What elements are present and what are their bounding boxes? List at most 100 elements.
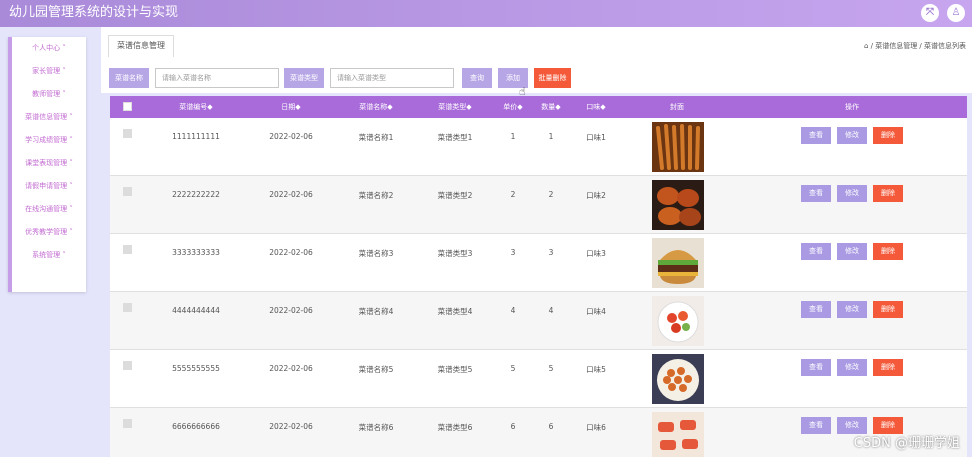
edit-button[interactable]: 修改 [837,127,867,144]
recipe-type-input[interactable] [330,68,454,88]
cell-type: 菜谱类型4 [437,307,473,316]
edit-button[interactable]: 修改 [837,359,867,376]
cell-qty: 2 [548,190,554,199]
cell-name: 菜谱名称2 [358,191,394,200]
sidebar-item-chat[interactable]: 在线沟通管理 ˅ [12,204,86,214]
delete-button[interactable]: 删除 [873,185,903,202]
query-button[interactable]: 查询 [462,68,492,88]
delete-button[interactable]: 删除 [873,127,903,144]
row-checkbox[interactable] [123,129,132,138]
view-button[interactable]: 查看 [801,185,831,202]
view-button[interactable]: 查看 [801,301,831,318]
table-row: 1111111111 2022-02-06 菜谱名称1 菜谱类型1 1 1 口味… [110,118,967,176]
table-row: 3333333333 2022-02-06 菜谱名称3 菜谱类型3 3 3 口味… [110,234,967,292]
tab-recipe-management[interactable]: 菜谱信息管理 [108,35,174,57]
cell-price: 4 [510,306,516,315]
cell-qty: 4 [548,306,554,315]
delete-button[interactable]: 删除 [873,359,903,376]
cell-date: 2022-02-06 [269,132,313,141]
sidebar-item-parents[interactable]: 家长管理 ˅ [12,66,86,76]
table-row: 4444444444 2022-02-06 菜谱名称4 菜谱类型4 4 4 口味… [110,292,967,350]
cell-price: 6 [510,422,516,431]
delete-button[interactable]: 删除 [873,243,903,260]
cell-type: 菜谱类型3 [437,249,473,258]
view-button[interactable]: 查看 [801,359,831,376]
breadcrumb: ⌂ / 菜谱信息管理 / 菜谱信息列表 [863,42,966,50]
recipe-name-input[interactable] [155,68,279,88]
cell-taste: 口味6 [586,423,606,432]
watermark: CSDN @珊珊学姐 [853,436,960,451]
edit-button[interactable]: 修改 [837,243,867,260]
delete-button[interactable]: 删除 [873,301,903,318]
row-checkbox[interactable] [123,187,132,196]
sidebar-item-system[interactable]: 系统管理 ˅ [12,250,86,260]
search-bar: 菜谱名称 菜谱类型 查询 添加 批量删除 [101,60,972,93]
select-all-checkbox[interactable] [123,102,132,111]
cell-price: 5 [510,364,516,373]
row-checkbox[interactable] [123,245,132,254]
table-row: 5555555555 2022-02-06 菜谱名称5 菜谱类型5 5 5 口味… [110,350,967,408]
cell-taste: 口味2 [586,191,606,200]
user-icon[interactable]: ♙ [947,4,965,22]
skewers-cover-image [652,122,704,172]
cell-date: 2022-02-06 [269,190,313,199]
row-checkbox[interactable] [123,303,132,312]
cell-id: 2222222222 [172,190,220,199]
cell-type: 菜谱类型5 [437,365,473,374]
recipe-type-label: 菜谱类型 [284,68,324,88]
sidebar-item-grades[interactable]: 学习成绩管理 ˅ [12,135,86,145]
sidebar-item-personal-center[interactable]: 个人中心 ˅ [12,43,86,53]
edit-button[interactable]: 修改 [837,185,867,202]
app-title: 幼儿园管理系统的设计与实现 [9,5,179,20]
cell-price: 2 [510,190,516,199]
sidebar-menu: 个人中心 ˅ 家长管理 ˅ 教师管理 ˅ 菜谱信息管理 ˅ 学习成绩管理 ˅ 课… [8,37,86,292]
cell-date: 2022-02-06 [269,422,313,431]
cell-date: 2022-02-06 [269,248,313,257]
top-bar: 幼儿园管理系统的设计与实现 ⤧ ♙ [0,0,972,27]
sidebar-item-performance[interactable]: 课堂表现管理 ˅ [12,158,86,168]
cell-taste: 口味1 [586,133,606,142]
cell-taste: 口味3 [586,249,606,258]
sidebar-item-teaching[interactable]: 优秀教学管理 ˅ [12,227,86,237]
sidebar-item-recipes[interactable]: 菜谱信息管理 ˅ [12,112,86,122]
column-header-id[interactable]: 菜谱编号◆ [179,96,212,118]
cell-qty: 3 [548,248,554,257]
cell-name: 菜谱名称5 [358,365,394,374]
plate-cover-image [652,354,704,404]
cell-id: 6666666666 [172,422,220,431]
cell-qty: 5 [548,364,554,373]
column-header-price[interactable]: 单价◆ [503,96,522,118]
view-button[interactable]: 查看 [801,243,831,260]
cell-date: 2022-02-06 [269,364,313,373]
view-button[interactable]: 查看 [801,127,831,144]
recipe-name-label: 菜谱名称 [109,68,149,88]
batch-delete-button[interactable]: 批量删除 [534,68,571,88]
sidebar-item-teachers[interactable]: 教师管理 ˅ [12,89,86,99]
cell-taste: 口味5 [586,365,606,374]
table-header: 菜谱编号◆ 日期◆ 菜谱名称◆ 菜谱类型◆ 单价◆ 数量◆ 口味◆ 封面 操作 [110,96,967,118]
edit-button[interactable]: 修改 [837,301,867,318]
column-header-date[interactable]: 日期◆ [281,96,300,118]
recipe-table: 菜谱编号◆ 日期◆ 菜谱名称◆ 菜谱类型◆ 单价◆ 数量◆ 口味◆ 封面 操作 … [110,96,967,457]
cell-name: 菜谱名称3 [358,249,394,258]
tab-bar: 菜谱信息管理 ⌂ / 菜谱信息管理 / 菜谱信息列表 [101,27,972,60]
column-header-taste[interactable]: 口味◆ [586,96,605,118]
column-header-name[interactable]: 菜谱名称◆ [359,96,392,118]
cell-name: 菜谱名称1 [358,133,394,142]
sidebar: 个人中心 ˅ 家长管理 ˅ 教师管理 ˅ 菜谱信息管理 ˅ 学习成绩管理 ˅ 课… [0,27,101,457]
row-checkbox[interactable] [123,419,132,428]
cell-id: 3333333333 [172,248,220,257]
column-header-type[interactable]: 菜谱类型◆ [438,96,471,118]
cell-price: 3 [510,248,516,257]
cell-id: 4444444444 [172,306,220,315]
sushi-cover-image [652,412,704,457]
view-button[interactable]: 查看 [801,417,831,434]
row-checkbox[interactable] [123,361,132,370]
column-header-qty[interactable]: 数量◆ [541,96,560,118]
column-header-actions: 操作 [845,103,859,111]
sidebar-item-leave[interactable]: 请假申请管理 ˅ [12,181,86,191]
expand-icon[interactable]: ⤧ [921,4,939,22]
cell-name: 菜谱名称6 [358,423,394,432]
cell-taste: 口味4 [586,307,606,316]
burger-cover-image [652,238,704,288]
